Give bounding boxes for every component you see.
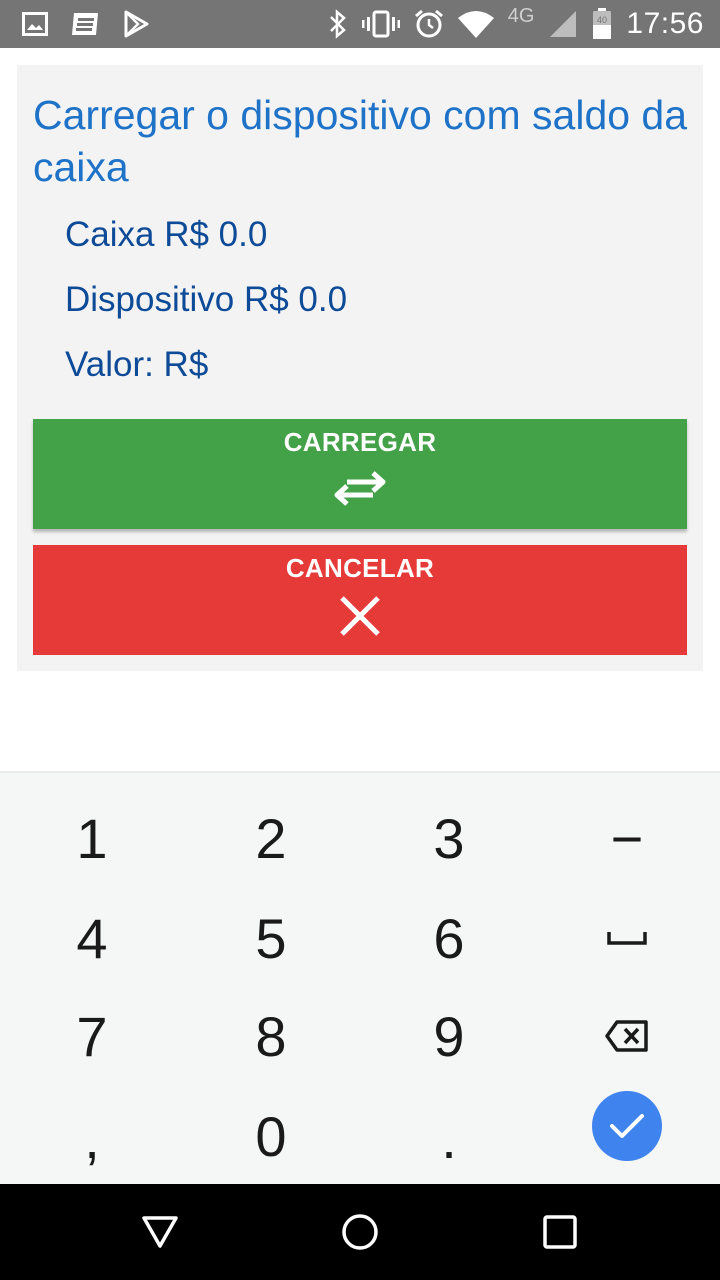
news-icon xyxy=(72,13,98,35)
key-backspace[interactable] xyxy=(552,991,702,1081)
image-icon xyxy=(22,12,48,36)
key-1[interactable]: 1 xyxy=(17,793,167,883)
alarm-icon xyxy=(414,9,443,38)
cancelar-label: CANCELAR xyxy=(285,553,435,583)
checkmark-icon xyxy=(610,1114,644,1138)
key-0[interactable]: 0 xyxy=(196,1091,346,1181)
clock: 17:56 xyxy=(626,7,704,40)
key-3[interactable]: 3 xyxy=(374,793,524,883)
space-icon xyxy=(607,932,647,945)
bluetooth-icon xyxy=(329,9,346,39)
swap-arrows-icon xyxy=(334,471,386,506)
system-icons: 4G 40 17:56 xyxy=(328,4,704,42)
key-period[interactable]: . xyxy=(374,1093,524,1183)
numeric-keypad: 1 2 3 − 4 5 6 7 8 9 , 0 . xyxy=(0,771,720,1184)
screen: 4G 40 17:56 Carregar o dispositivo com s… xyxy=(0,0,720,1280)
backspace-icon xyxy=(605,1020,648,1052)
key-9[interactable]: 9 xyxy=(374,991,524,1081)
signal-icon xyxy=(550,11,577,37)
key-7[interactable]: 7 xyxy=(17,991,167,1081)
key-6[interactable]: 6 xyxy=(374,893,524,983)
back-icon[interactable] xyxy=(140,1212,180,1252)
close-icon xyxy=(340,596,380,636)
status-bar: 4G 40 17:56 xyxy=(0,0,720,48)
network-type: 4G xyxy=(507,4,535,27)
device-balance: Dispositivo R$ 0.0 xyxy=(65,280,348,319)
carregar-button[interactable]: CARREGAR xyxy=(33,419,687,529)
key-comma[interactable]: , xyxy=(17,1093,167,1183)
key-minus[interactable]: − xyxy=(552,793,702,883)
key-8[interactable]: 8 xyxy=(196,991,346,1081)
caixa-balance: Caixa R$ 0.0 xyxy=(65,215,268,254)
card-title: Carregar o dispositivo com saldo da caix… xyxy=(33,92,688,190)
notification-icons xyxy=(22,8,150,40)
done-button[interactable] xyxy=(592,1091,662,1161)
vibrate-icon xyxy=(361,10,400,38)
key-4[interactable]: 4 xyxy=(17,893,167,983)
cancelar-button[interactable]: CANCELAR xyxy=(33,545,687,655)
load-device-card: Carregar o dispositivo com saldo da caix… xyxy=(17,65,703,671)
recents-icon[interactable] xyxy=(540,1212,580,1252)
navigation-bar xyxy=(0,1184,720,1280)
wifi-icon xyxy=(457,11,494,38)
carregar-label: CARREGAR xyxy=(283,427,437,457)
battery-level: 40 xyxy=(597,15,607,25)
play-store-icon xyxy=(124,10,149,38)
battery-icon: 40 xyxy=(593,8,612,39)
key-5[interactable]: 5 xyxy=(196,893,346,983)
key-2[interactable]: 2 xyxy=(196,793,346,883)
key-space[interactable] xyxy=(552,893,702,983)
home-icon[interactable] xyxy=(340,1212,380,1252)
amount-label: Valor: R$ xyxy=(65,345,209,384)
